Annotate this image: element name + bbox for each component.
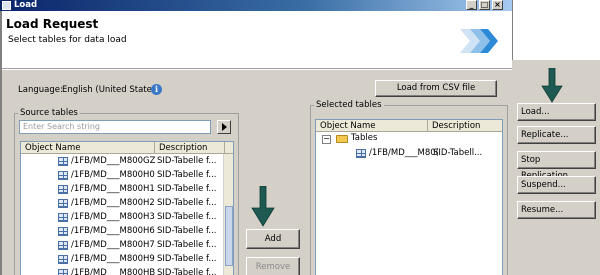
source-row-desc: SID-Tabelle f... <box>157 170 217 180</box>
source-row-name[interactable]: /1FB/MD___M800H6 <box>71 225 155 238</box>
window-titlebar: Load <box>0 0 512 11</box>
source-row-name[interactable]: /1FB/MD___M800H3 <box>71 211 155 224</box>
right-panel-top <box>512 0 600 60</box>
selected-row-desc: SID-Tabell... <box>433 148 483 158</box>
minimize-button[interactable]: _ <box>466 0 477 10</box>
table-icon <box>58 241 68 250</box>
stop-replication-button[interactable]: Stop Replication... <box>517 151 596 181</box>
app-icon <box>2 1 11 10</box>
source-row-desc: SID-Tabelle f... <box>157 240 217 250</box>
source-row-desc: SID-Tabelle f... <box>157 226 217 236</box>
source-col-description[interactable]: Description <box>155 142 225 154</box>
selected-table-header: Object Name Description <box>316 120 502 132</box>
source-scrollbar[interactable] <box>223 154 233 275</box>
source-tables-legend: Source tables <box>20 108 78 118</box>
source-row-name[interactable]: /1FB/MD___M800H7 <box>71 239 155 252</box>
search-input[interactable]: Enter Search string <box>19 120 211 134</box>
suspend-button[interactable]: Suspend... <box>517 176 596 194</box>
table-icon <box>58 269 68 275</box>
source-table[interactable]: Object Name Description /1FB/MD___M800GZ… <box>20 141 234 275</box>
remove-button[interactable]: Remove <box>246 257 300 275</box>
language-label: Language: <box>18 85 63 95</box>
selected-row-name[interactable]: /1FB/MD___M80( <box>369 147 439 160</box>
folder-icon <box>336 135 348 143</box>
source-row-name[interactable]: /1FB/MD___M800H2 <box>71 197 155 210</box>
source-row-desc: SID-Tabelle f... <box>157 156 217 166</box>
table-icon <box>356 149 366 158</box>
load-from-csv-button[interactable]: Load from CSV file <box>375 80 497 97</box>
dialog-subtitle: Select tables for data load <box>8 35 127 45</box>
window-title: Load <box>14 0 38 10</box>
source-row-desc: SID-Tabelle f... <box>157 254 217 264</box>
table-icon <box>58 213 68 222</box>
source-row-name[interactable]: /1FB/MD___M800HB <box>71 267 155 275</box>
replicate-button[interactable]: Replicate... <box>517 126 596 144</box>
source-row-desc: SID-Tabelle f... <box>157 198 217 208</box>
source-col-object-name[interactable]: Object Name <box>21 142 155 154</box>
dialog-title: Load Request <box>6 17 99 31</box>
info-icon[interactable]: i <box>151 84 162 95</box>
table-icon <box>58 171 68 180</box>
pointer-arrow-icon <box>251 186 275 227</box>
dialog-header: Load Request Select tables for data load <box>2 11 512 69</box>
selected-col-object-name[interactable]: Object Name <box>316 120 428 132</box>
maximize-button[interactable]: □ <box>479 0 490 10</box>
source-row-name[interactable]: /1FB/MD___M800H9 <box>71 253 155 266</box>
source-row-desc: SID-Tabelle f... <box>157 184 217 194</box>
source-row-name[interactable]: /1FB/MD___M800H0 <box>71 169 155 182</box>
selected-tables-legend: Selected tables <box>316 100 382 110</box>
resume-button[interactable]: Resume... <box>517 201 596 219</box>
table-icon <box>58 157 68 166</box>
selected-table[interactable]: Object Name Description − Tables /1FB/MD… <box>315 119 503 275</box>
add-button[interactable]: Add <box>246 229 300 249</box>
source-row-desc: SID-Tabelle f... <box>157 212 217 222</box>
play-arrow-icon <box>222 123 227 131</box>
table-icon <box>58 199 68 208</box>
source-row-desc: SID-Tabelle f... <box>157 268 217 275</box>
wizard-chevron-icon <box>460 29 498 53</box>
table-icon <box>58 255 68 264</box>
close-button[interactable]: × <box>492 0 503 10</box>
language-value: English (United States) <box>62 85 160 95</box>
source-table-header: Object Name Description <box>21 142 233 154</box>
collapse-toggle-icon[interactable]: − <box>322 135 331 144</box>
pointer-arrow-icon <box>541 68 563 103</box>
selected-col-description[interactable]: Description <box>428 120 502 132</box>
source-row-name[interactable]: /1FB/MD___M800H1 <box>71 183 155 196</box>
source-row-name[interactable]: /1FB/MD___M800GZ <box>71 155 155 168</box>
source-scroll-thumb[interactable] <box>225 206 233 266</box>
table-icon <box>58 227 68 236</box>
table-icon <box>58 185 68 194</box>
search-go-button[interactable] <box>217 120 231 134</box>
tree-folder-tables[interactable]: Tables <box>351 132 377 145</box>
load-button[interactable]: Load... <box>517 103 596 121</box>
